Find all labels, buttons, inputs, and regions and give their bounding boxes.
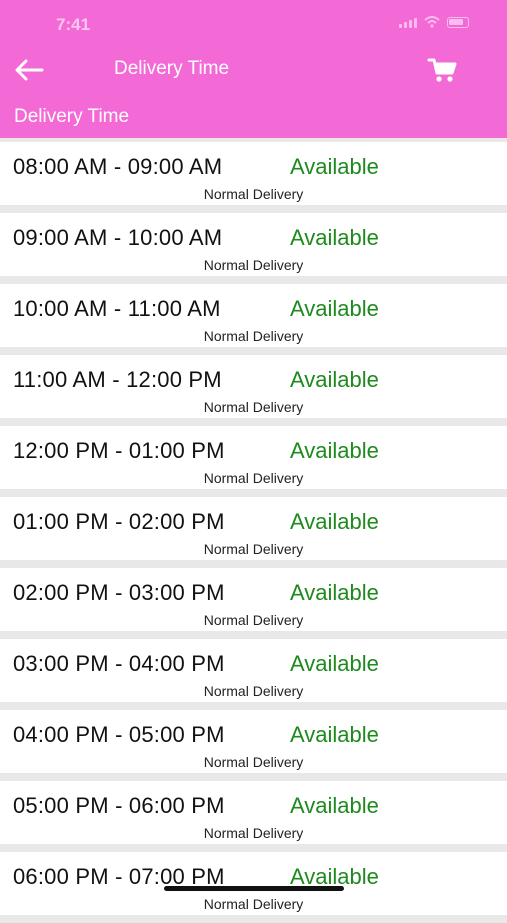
- slot-status: Available: [290, 580, 379, 605]
- slot-time: 02:00 PM - 03:00 PM: [13, 580, 225, 605]
- slot-status: Available: [290, 296, 379, 321]
- slot-type: Normal Delivery: [203, 541, 304, 557]
- delivery-slot[interactable]: 10:00 AM - 11:00 AM Available Normal Del…: [0, 284, 507, 347]
- delivery-slot[interactable]: 04:00 PM - 05:00 PM Available Normal Del…: [0, 710, 507, 773]
- status-icons: [399, 16, 469, 28]
- slot-status: Available: [290, 438, 379, 463]
- slot-time: 10:00 AM - 11:00 AM: [13, 296, 221, 321]
- slot-type: Normal Delivery: [203, 257, 304, 273]
- delivery-slot-list: 08:00 AM - 09:00 AM Available Normal Del…: [0, 138, 507, 923]
- home-indicator[interactable]: [164, 886, 344, 891]
- slot-time: 05:00 PM - 06:00 PM: [13, 793, 225, 818]
- slot-status: Available: [290, 225, 379, 250]
- slot-type: Normal Delivery: [203, 754, 304, 770]
- slot-status: Available: [290, 154, 379, 179]
- slot-type: Normal Delivery: [203, 470, 304, 486]
- slot-type: Normal Delivery: [203, 612, 304, 628]
- delivery-slot[interactable]: 11:00 AM - 12:00 PM Available Normal Del…: [0, 355, 507, 418]
- slot-time: 08:00 AM - 09:00 AM: [13, 154, 223, 179]
- delivery-slot[interactable]: 01:00 PM - 02:00 PM Available Normal Del…: [0, 497, 507, 560]
- signal-icon: [399, 18, 417, 28]
- back-button[interactable]: [12, 56, 48, 84]
- slot-type: Normal Delivery: [203, 825, 304, 841]
- slot-type: Normal Delivery: [203, 683, 304, 699]
- status-bar: 7:41: [0, 0, 507, 46]
- slot-status: Available: [290, 651, 379, 676]
- slot-time: 04:00 PM - 05:00 PM: [13, 722, 225, 747]
- page-title: Delivery Time: [114, 58, 230, 79]
- app-bar: Delivery Time: [0, 46, 507, 94]
- slot-time: 12:00 PM - 01:00 PM: [13, 438, 225, 463]
- wifi-icon: [424, 16, 440, 28]
- slot-status: Available: [290, 722, 379, 747]
- slot-type: Normal Delivery: [203, 186, 304, 202]
- delivery-slot[interactable]: 12:00 PM - 01:00 PM Available Normal Del…: [0, 426, 507, 489]
- slot-status: Available: [290, 367, 379, 392]
- cart-icon: [427, 58, 457, 82]
- slot-time: 03:00 PM - 04:00 PM: [13, 651, 225, 676]
- delivery-slot[interactable]: 09:00 AM - 10:00 AM Available Normal Del…: [0, 213, 507, 276]
- delivery-slot[interactable]: 03:00 PM - 04:00 PM Available Normal Del…: [0, 639, 507, 702]
- slot-time: 01:00 PM - 02:00 PM: [13, 509, 225, 534]
- delivery-slot[interactable]: 02:00 PM - 03:00 PM Available Normal Del…: [0, 568, 507, 631]
- delivery-slot[interactable]: 05:00 PM - 06:00 PM Available Normal Del…: [0, 781, 507, 844]
- status-time: 7:41: [56, 15, 91, 34]
- slot-status: Available: [290, 509, 379, 534]
- delivery-slot[interactable]: 06:00 PM - 07:00 PM Available Normal Del…: [0, 852, 507, 915]
- cart-button[interactable]: [426, 55, 458, 85]
- slot-type: Normal Delivery: [203, 328, 304, 344]
- section-header: Delivery Time: [0, 94, 507, 138]
- slot-time: 09:00 AM - 10:00 AM: [13, 225, 223, 250]
- slot-type: Normal Delivery: [203, 399, 304, 415]
- slot-time: 11:00 AM - 12:00 PM: [13, 367, 222, 392]
- section-title: Delivery Time: [14, 106, 130, 127]
- delivery-slot[interactable]: 08:00 AM - 09:00 AM Available Normal Del…: [0, 142, 507, 205]
- battery-icon: [447, 17, 469, 28]
- slot-status: Available: [290, 793, 379, 818]
- slot-type: Normal Delivery: [203, 896, 304, 912]
- arrow-left-icon: [15, 59, 44, 81]
